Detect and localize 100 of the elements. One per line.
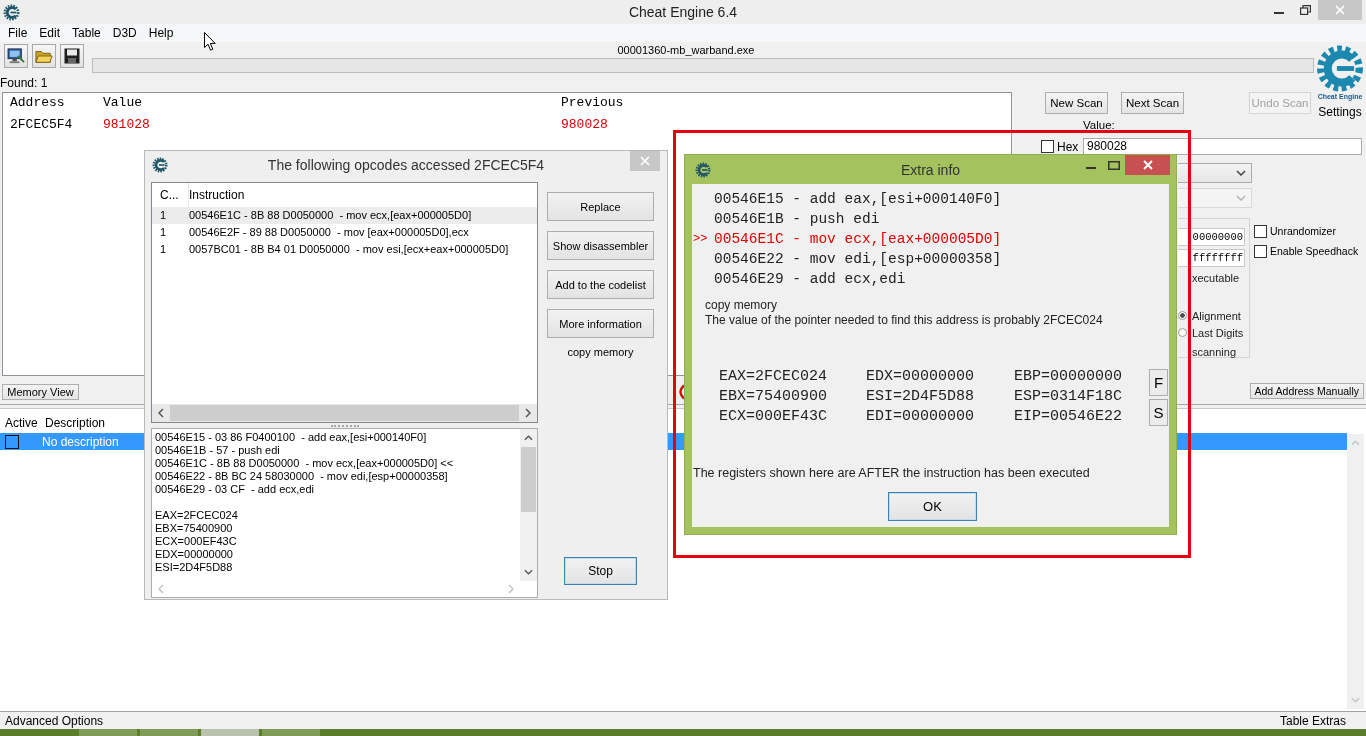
value-cell: 981028 [103,117,150,132]
dialog-title: The following opcodes accessed 2FCEC5F4 [267,156,545,175]
column-header[interactable]: C... [160,188,179,202]
side-button[interactable]: F [1149,369,1168,396]
scroll-thumb[interactable] [521,447,536,512]
column-header[interactable]: Active [5,416,38,430]
save-button[interactable] [60,44,84,68]
minimize-icon [1085,167,1096,169]
list-row[interactable]: 1 00546E1C - 8B 88 D0050000 - mov ecx,[eax+000005D0] [152,207,537,224]
note-text: copy memory [567,346,634,359]
text-line: 00546E1B - 57 - push edi [155,444,280,457]
radio-button[interactable] [1178,311,1187,320]
ok-button[interactable]: OK [888,492,977,521]
radio-label: Alignment [1192,309,1241,322]
chevron-left-icon [158,408,164,418]
action-button[interactable]: More information [547,309,654,338]
gear-logo-icon [1315,44,1365,93]
list-row[interactable]: 1 0057BC01 - 8B B4 01 D0050000 - mov esi,[ecx+eax+000005D0] [152,241,537,258]
settings-link[interactable]: Settings [1318,106,1362,119]
side-button[interactable]: S [1149,399,1168,426]
register-value: EDX=00000000 [866,367,975,387]
found-count: Found: 1 [0,76,48,90]
address-cell: 2FCEC5F4 [10,117,73,132]
chevron-down-icon [1236,170,1246,176]
table-extras-link[interactable]: Table Extras [1279,713,1346,728]
text-line: 00546E22 - 8B BC 24 58030000 - mov edi,[esp+00000358] [155,470,448,483]
memory-view-button[interactable]: Memory View [2,384,79,400]
chevron-right-icon [508,584,514,594]
checkbox[interactable] [1254,244,1267,258]
menu-item[interactable]: Table [66,25,107,41]
scrollbar[interactable] [520,429,537,581]
gear-logo-icon [3,3,20,21]
action-button[interactable]: Show disassembler [547,231,654,260]
chevron-right-icon [525,408,531,418]
advanced-options-link[interactable]: Advanced Options [5,713,104,728]
radio-button[interactable] [1178,328,1187,337]
chevron-down-icon [1351,697,1360,703]
maximize-icon [1107,160,1120,170]
checkbox[interactable] [5,434,19,449]
code-line: 00546E22 - mov edi,[esp+00000358] [714,250,1002,268]
register-value: ESP=0314F18C [1014,387,1123,407]
list-row[interactable]: 1 00546E2F - 89 88 D0050000 - mov [eax+000005D0],ecx [152,224,537,241]
menu-item[interactable]: Edit [33,25,67,41]
register-value: EBP=00000000 [1014,367,1123,387]
window-title: Cheat Engine 6.4 [628,3,738,22]
checkbox[interactable] [1254,224,1267,238]
computer-icon [7,48,25,64]
column-header[interactable]: Previous [561,95,624,110]
checkbox[interactable] [1041,140,1054,153]
text-line: 00546E1C - 8B 88 D0050000 - mov ecx,[eax+000005D0] << [155,457,454,470]
menu-item[interactable]: Help [142,25,180,41]
column-header[interactable]: Value [103,95,142,110]
restore-icon [1299,5,1311,15]
register-value: EDI=00000000 [866,407,975,427]
text-line: ECX=000EF43C [155,535,237,548]
menu-item[interactable]: D3D [106,25,143,41]
ring-icon [678,384,684,400]
register-value: EIP=00546E22 [1014,407,1123,427]
open-button[interactable] [32,44,56,68]
stop-button[interactable]: Stop [564,557,637,585]
action-button[interactable]: Replace [547,192,654,221]
close-button[interactable] [1125,155,1170,175]
column-header[interactable]: Instruction [189,188,245,202]
add-address-button[interactable]: Add Address Manually [1249,383,1364,399]
chevron-up-icon [524,435,533,441]
scrollbar[interactable] [1347,434,1364,709]
chevron-left-icon [158,584,164,594]
checkbox-label: Unrandomizer [1270,225,1336,237]
text-line: EBX=75400900 [155,522,233,535]
column-header[interactable]: Address [10,95,65,110]
scan-button[interactable]: Next Scan [1121,92,1184,114]
scroll-thumb[interactable] [170,405,519,421]
instruction-cell: 0057BC01 - 8B B4 01 D0050000 - mov esi,[ecx+eax+000005D0] [189,243,509,255]
register-value: EBX=75400900 [719,387,828,407]
process-button[interactable] [4,44,28,68]
instruction-cell: 00546E1C - 8B 88 D0050000 - mov ecx,[eax+000005D0] [189,209,472,221]
start-address-field[interactable]: 00000000 [1178,228,1245,246]
register-value: ECX=000EF43C [719,407,828,427]
code-line: 00546E15 - add eax,[esi+000140F0] [714,190,1002,208]
code-line: 00546E1B - push edi [714,210,880,228]
menu-item[interactable]: File [2,25,34,41]
footnote-text: The registers shown here are AFTER the instruction has been executed [693,466,1090,481]
stop-address-field[interactable]: ffffffff [1178,249,1245,267]
process-name: 00001360-mb_warband.exe [617,44,755,57]
scrollbar[interactable] [152,404,537,422]
splitter-grip[interactable] [330,424,359,427]
action-button[interactable]: Add to the codelist [547,270,654,299]
gear-logo-icon [152,157,168,173]
folder-icon [35,48,53,64]
previous-value-cell: 980028 [561,117,608,132]
option-label: scanning [1192,346,1237,359]
gear-logo-icon [695,161,711,178]
dropdown[interactable] [1178,163,1252,183]
scan-button[interactable]: New Scan [1045,92,1108,114]
text-area[interactable] [151,428,538,598]
text-line: 00546E29 - 03 CF - add ecx,edi [155,483,314,496]
radio-label: Last Digits [1192,326,1244,339]
value-input[interactable]: 980028 [1083,138,1362,155]
column-header[interactable]: Description [45,416,106,430]
checkbox-label: xecutable [1192,272,1240,285]
